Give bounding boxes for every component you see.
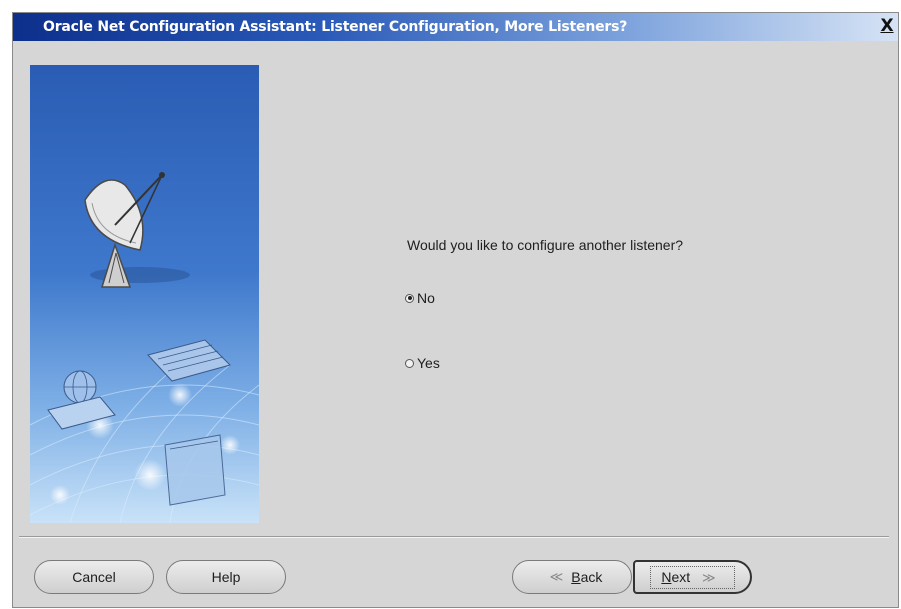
question-label: Would you like to configure another list… [407, 237, 684, 253]
back-button-label: Back [571, 569, 603, 585]
next-button-focus-ring: Next ≫ [650, 565, 735, 589]
back-arrow-icon: ≪ [549, 569, 564, 584]
next-arrow-icon: ≫ [702, 569, 716, 585]
dialog-window: Oracle Net Configuration Assistant: List… [12, 12, 899, 608]
footer-separator [19, 536, 889, 538]
close-button[interactable]: X [878, 17, 896, 35]
cancel-button[interactable]: Cancel [34, 560, 154, 594]
radio-option-yes[interactable]: Yes [405, 355, 440, 371]
radio-option-no[interactable]: No [405, 290, 435, 306]
folder-icon [164, 434, 226, 506]
radio-button-no[interactable] [405, 293, 414, 303]
radio-button-yes[interactable] [405, 358, 414, 368]
cancel-button-label: Cancel [72, 569, 116, 585]
radio-label-yes: Yes [417, 355, 440, 371]
help-button[interactable]: Help [166, 560, 286, 594]
wizard-side-image [30, 65, 259, 523]
window-title: Oracle Net Configuration Assistant: List… [43, 19, 628, 35]
next-button-label: Next [661, 568, 691, 585]
title-bar[interactable]: Oracle Net Configuration Assistant: List… [13, 13, 898, 41]
radio-label-no: No [417, 290, 435, 306]
back-button[interactable]: ≪ Back [512, 560, 632, 594]
next-button[interactable]: Next ≫ [633, 560, 752, 594]
help-button-label: Help [211, 569, 241, 585]
